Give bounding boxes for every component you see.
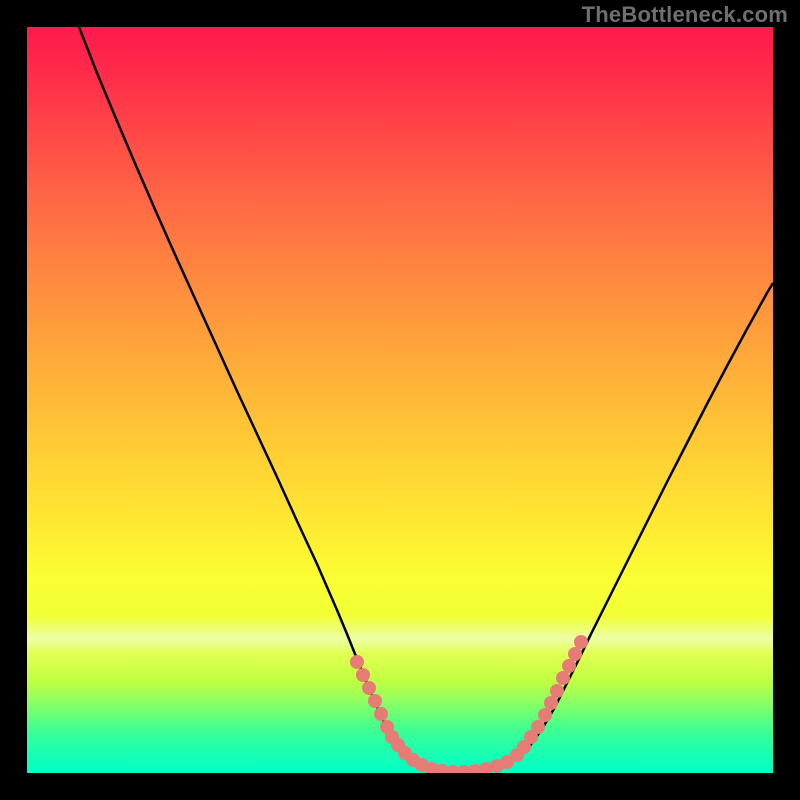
data-dot: [531, 720, 545, 734]
data-dot: [562, 659, 576, 673]
watermark-label: TheBottleneck.com: [582, 2, 788, 28]
data-dot: [538, 708, 552, 722]
data-dot: [362, 681, 376, 695]
data-dot: [544, 696, 558, 710]
chart-svg: [27, 27, 773, 773]
plot-area: [27, 27, 773, 773]
curve-layer: [79, 27, 773, 772]
dots-layer: [350, 635, 588, 773]
data-dot: [574, 635, 588, 649]
data-dot: [356, 668, 370, 682]
data-dot: [374, 707, 388, 721]
data-dot: [556, 671, 570, 685]
chart-frame: TheBottleneck.com: [0, 0, 800, 800]
bottleneck-curve: [79, 27, 773, 772]
data-dot: [568, 647, 582, 661]
data-dot: [368, 694, 382, 708]
data-dot: [550, 684, 564, 698]
data-dot: [350, 655, 364, 669]
